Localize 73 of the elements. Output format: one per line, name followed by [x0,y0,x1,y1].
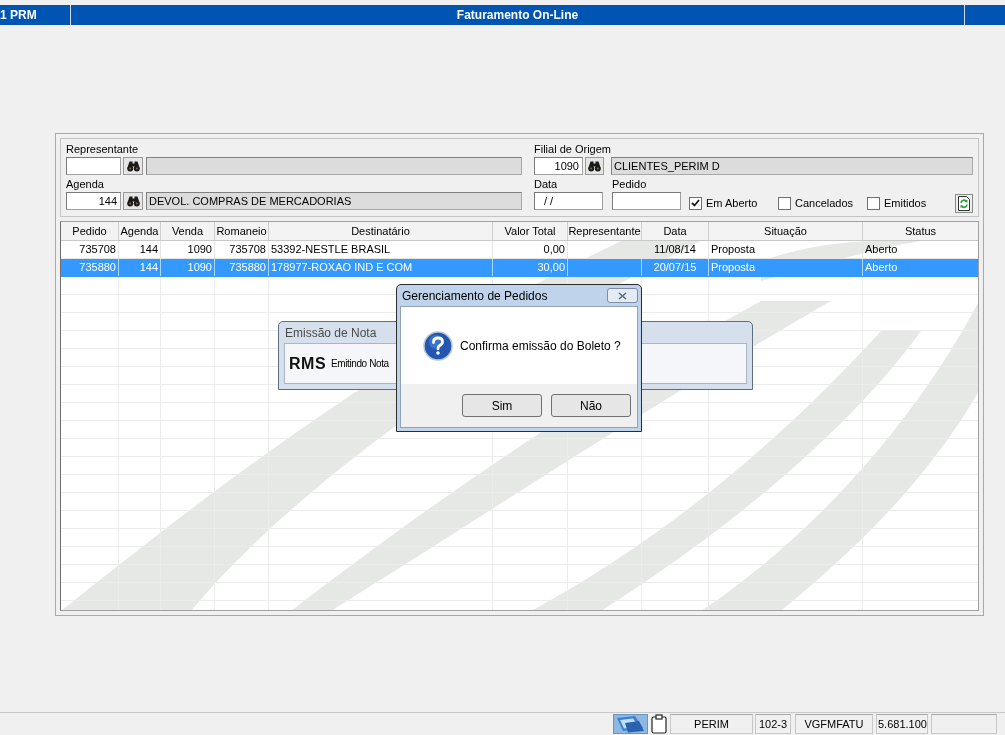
table-cell: 30,00 [493,259,568,276]
field-label: Representante [66,142,139,156]
binoculars-icon [126,160,140,172]
refresh-icon [958,196,970,211]
code-field[interactable] [66,157,121,175]
checkbox-label[interactable]: Emitidos [884,194,927,212]
column-header[interactable]: Romaneio [215,222,269,240]
field-label: Agenda [66,177,104,191]
lookup-button[interactable] [123,157,143,175]
dialog-title: Gerenciamento de Pedidos [402,288,548,303]
checkbox[interactable] [689,196,702,210]
checkbox[interactable] [867,196,880,210]
table-cell: 735880 [61,259,119,276]
order-field[interactable] [612,192,681,210]
dialog-message: Confirma emissão do Boleto ? [460,338,621,353]
checkbox-label[interactable]: Cancelados [795,194,854,212]
column-header[interactable]: Representante [568,222,642,240]
dialog-button[interactable]: Não [551,394,631,417]
table-cell: 1090 [161,259,215,276]
refresh-button[interactable] [955,194,973,213]
close-icon [618,291,627,300]
column-header[interactable]: Status [863,222,978,240]
binoculars-icon [588,160,601,172]
table-cell: 20/07/15 [642,259,709,276]
checkbox-label[interactable]: Em Aberto [706,194,758,212]
code-field[interactable]: 144 [66,192,121,210]
table-cell: 53392-NESTLE BRASIL [269,241,493,258]
checkbox[interactable] [778,196,791,210]
status-panel: 102-3 [755,714,791,734]
field-label: Filial de Origem [534,142,612,156]
column-header[interactable]: Valor Total [493,222,568,240]
binoculars-icon [126,195,140,207]
description-field: DEVOL. COMPRAS DE MERCADORIAS [146,192,522,210]
module-label: 1 PRM [0,8,37,22]
column-header[interactable]: Pedido [61,222,119,240]
table-cell: Aberto [863,241,978,258]
lookup-button[interactable] [123,192,143,210]
clipboard-icon [651,714,667,734]
column-header[interactable]: Destinatário [269,222,493,240]
status-panel [931,714,997,734]
question-icon [423,330,453,361]
status-message: Emitindo Nota [331,357,389,370]
table-cell: 1090 [161,241,215,258]
column-header[interactable]: Situação [709,222,863,240]
column-header[interactable]: Data [642,222,709,240]
column-header[interactable]: Agenda [119,222,161,240]
table-cell: 0,00 [493,241,568,258]
status-panel: PERIM [670,714,753,734]
window-title: Emissão de Nota [285,325,377,340]
table-cell: 735708 [215,241,269,258]
table-cell: 11/08/14 [642,241,709,258]
table-cell: 735880 [215,259,269,276]
field-label: Data [534,177,558,191]
description-field: CLIENTES_PERIM D [611,157,973,175]
table-cell: Proposta [709,241,863,258]
date-field[interactable]: / / [534,192,603,210]
logo: RMS [289,355,327,372]
close-button[interactable] [607,288,638,303]
code-field[interactable]: 1090 [534,157,583,175]
table-cell: 735708 [61,241,119,258]
table-cell: 144 [119,241,161,258]
status-panel: 5.681.100 [876,714,928,734]
table-cell: 144 [119,259,161,276]
table-cell: 178977-ROXAO IND E COM [269,259,493,276]
dialog-button[interactable]: Sim [462,394,542,417]
table-cell: Aberto [863,259,978,276]
column-header[interactable]: Venda [161,222,215,240]
lookup-button[interactable] [585,157,604,175]
monitor-windows-icon [613,714,648,734]
table-cell: Proposta [709,259,863,276]
field-label: Pedido [612,177,647,191]
window-title: Faturamento On-Line [456,8,579,22]
status-panel: VGFMFATU [795,714,873,734]
